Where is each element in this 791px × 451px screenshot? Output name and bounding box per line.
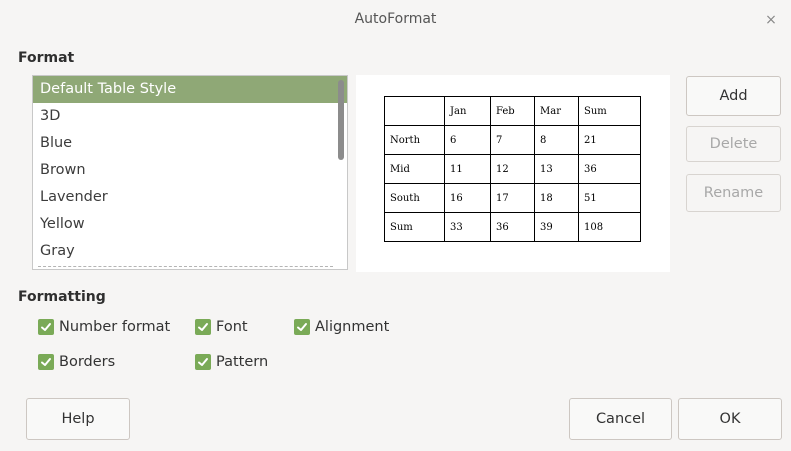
close-icon[interactable]: × (761, 10, 781, 30)
table-cell: 39 (534, 212, 579, 242)
list-item-yellow[interactable]: Yellow (33, 211, 347, 238)
table-row: South 16 17 18 51 (384, 183, 641, 213)
table-cell: 21 (578, 125, 641, 155)
table-cell: Feb (490, 96, 535, 126)
checkmark-icon (38, 354, 54, 370)
list-item-brown[interactable]: Brown (33, 157, 347, 184)
table-cell: Mar (534, 96, 579, 126)
checkmark-icon (294, 319, 310, 335)
table-cell: 8 (534, 125, 579, 155)
title-bar: AutoFormat × (0, 0, 791, 40)
table-cell: 11 (444, 154, 491, 184)
table-cell: 17 (490, 183, 535, 213)
style-preview: Jan Feb Mar Sum North 6 7 8 21 Mid 11 12… (356, 75, 670, 272)
font-checkbox[interactable]: Font (195, 319, 248, 335)
preview-table: Jan Feb Mar Sum North 6 7 8 21 Mid 11 12… (384, 96, 641, 242)
table-cell: North (384, 125, 445, 155)
table-cell: Sum (578, 96, 641, 126)
table-cell: 7 (490, 125, 535, 155)
alignment-label: Alignment (315, 319, 390, 335)
checkmark-icon (195, 319, 211, 335)
rename-button[interactable]: Rename (686, 174, 781, 212)
list-item-3d[interactable]: 3D (33, 103, 347, 130)
table-row: Mid 11 12 13 36 (384, 154, 641, 184)
table-cell: 108 (578, 212, 641, 242)
table-cell: 36 (490, 212, 535, 242)
list-scrollbar[interactable] (338, 80, 344, 160)
borders-checkbox[interactable]: Borders (38, 354, 115, 370)
list-item-blue[interactable]: Blue (33, 130, 347, 157)
table-row: Sum 33 36 39 108 (384, 212, 641, 242)
table-cell: 13 (534, 154, 579, 184)
list-item-gray[interactable]: Gray (33, 238, 347, 265)
table-cell: 51 (578, 183, 641, 213)
table-cell: 6 (444, 125, 491, 155)
table-cell: 33 (444, 212, 491, 242)
checkmark-icon (195, 354, 211, 370)
list-item-default-table-style[interactable]: Default Table Style (33, 76, 347, 103)
borders-label: Borders (59, 354, 116, 370)
dialog-title: AutoFormat (354, 11, 437, 27)
table-cell: Sum (384, 212, 445, 242)
help-button[interactable]: Help (26, 398, 130, 440)
ok-button[interactable]: OK (678, 398, 782, 440)
number-format-checkbox[interactable]: Number format (38, 319, 170, 335)
list-item-lavender[interactable]: Lavender (33, 184, 347, 211)
table-cell: 18 (534, 183, 579, 213)
format-section-label: Format (18, 50, 75, 66)
table-cell: Jan (444, 96, 491, 126)
formatting-section-label: Formatting (18, 289, 106, 305)
list-divider (38, 266, 333, 267)
table-cell: 36 (578, 154, 641, 184)
cancel-button[interactable]: Cancel (569, 398, 672, 440)
font-label: Font (216, 319, 248, 335)
table-style-list[interactable]: Default Table Style 3D Blue Brown Lavend… (32, 75, 348, 270)
table-cell (384, 96, 445, 126)
table-row: North 6 7 8 21 (384, 125, 641, 155)
alignment-checkbox[interactable]: Alignment (294, 319, 389, 335)
add-button[interactable]: Add (686, 76, 781, 116)
checkmark-icon (38, 319, 54, 335)
pattern-label: Pattern (216, 354, 269, 370)
delete-button[interactable]: Delete (686, 126, 781, 162)
table-cell: 12 (490, 154, 535, 184)
pattern-checkbox[interactable]: Pattern (195, 354, 268, 370)
table-cell: Mid (384, 154, 445, 184)
number-format-label: Number format (59, 319, 171, 335)
table-cell: 16 (444, 183, 491, 213)
table-row: Jan Feb Mar Sum (384, 96, 641, 126)
table-cell: South (384, 183, 445, 213)
